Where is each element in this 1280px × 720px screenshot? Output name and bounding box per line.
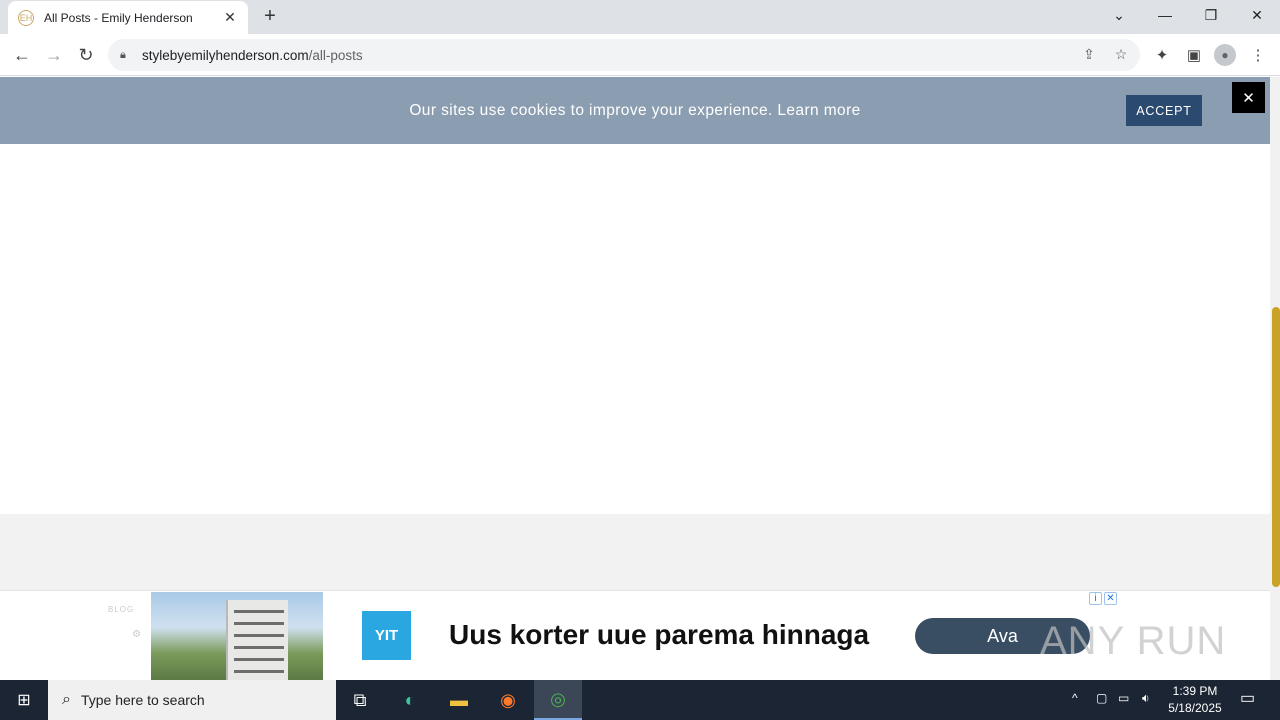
ad-close-icon[interactable]: ✕ — [1104, 592, 1117, 605]
close-window-icon[interactable]: ✕ — [1234, 0, 1280, 30]
forward-icon[interactable]: → — [40, 41, 68, 69]
windows-icon[interactable]: ⊞ — [0, 680, 48, 720]
firefox-icon[interactable]: ◉ — [484, 680, 532, 720]
ghost-label: BLOG — [108, 605, 135, 614]
share-icon[interactable]: ⇪ — [1080, 46, 1098, 64]
browser-toolbar: ← → ↻ 🔒︎ stylebyemilyhenderson.com/all-p… — [0, 34, 1280, 76]
profile-icon[interactable]: ● — [1214, 44, 1236, 66]
favicon-icon: EH — [18, 9, 34, 26]
scrollbar[interactable] — [1270, 77, 1280, 680]
tab-strip: EH All Posts - Emily Henderson ✕ + ⌄ — ❐… — [0, 0, 1280, 34]
menu-icon[interactable]: ⋮ — [1248, 46, 1268, 66]
cookie-message[interactable]: Our sites use cookies to improve your ex… — [409, 102, 860, 120]
close-icon[interactable]: ✕ — [1232, 82, 1265, 113]
notification-icon[interactable]: ▭ — [1240, 688, 1255, 708]
taskbar-search[interactable]: ⌕ Type here to search — [48, 680, 336, 720]
taskview-icon[interactable]: ⧉ — [336, 680, 384, 720]
cookie-banner: Our sites use cookies to improve your ex… — [0, 77, 1270, 144]
address-bar[interactable]: 🔒︎ stylebyemilyhenderson.com/all-posts ⇪… — [108, 39, 1140, 71]
extensions-icon[interactable]: ✦ — [1152, 46, 1172, 66]
tray-chevron-icon[interactable]: ^ — [1072, 691, 1078, 705]
scrollbar-thumb[interactable] — [1272, 307, 1280, 587]
close-tab-icon[interactable]: ✕ — [222, 9, 238, 26]
ad-headline[interactable]: Uus korter uue parema hinnaga — [449, 619, 869, 651]
ghost-icon: ⚙ — [132, 629, 141, 640]
ad-info-icon[interactable]: i — [1089, 592, 1102, 605]
clock[interactable]: 1:39 PM 5/18/2025 — [1160, 683, 1230, 717]
ad-logo[interactable]: YIT — [362, 611, 411, 660]
minimize-icon[interactable]: — — [1142, 0, 1188, 30]
sidepanel-icon[interactable]: ▣ — [1184, 46, 1204, 66]
chrome-icon[interactable]: ◎ — [534, 680, 582, 720]
taskbar: ⊞ ⌕ Type here to search ⧉ ◐ ▬ ◉ ◎ ^ ▢ ▭ … — [0, 680, 1280, 720]
star-icon[interactable]: ☆ — [1112, 46, 1130, 64]
restore-icon[interactable]: ❐ — [1188, 0, 1234, 30]
url-host: stylebyemilyhenderson.com — [142, 47, 309, 63]
clock-date: 5/18/2025 — [1168, 701, 1222, 715]
volume-icon[interactable]: 🔉︎ — [1142, 691, 1150, 706]
dropdown-icon[interactable]: ⌄ — [1096, 0, 1142, 30]
building-image — [226, 600, 288, 680]
ad-image[interactable] — [151, 592, 323, 680]
search-icon: ⌕ — [62, 691, 71, 708]
reload-icon[interactable]: ↻ — [72, 41, 100, 69]
ad-banner[interactable]: BLOG ⚙ YIT Uus korter uue parema hinnaga… — [0, 590, 1270, 680]
tab-title: All Posts - Emily Henderson — [44, 10, 193, 25]
ad-info: i ✕ — [1089, 592, 1119, 606]
accept-button[interactable]: ACCEPT — [1126, 95, 1202, 126]
browser-tab[interactable]: EH All Posts - Emily Henderson ✕ — [8, 1, 248, 34]
network-icon[interactable]: ▭ — [1118, 691, 1129, 705]
footer-gray-section — [0, 514, 1270, 590]
watermark: ANY RUN — [1040, 619, 1227, 663]
url-path: /all-posts — [308, 47, 363, 63]
tray-app-icon[interactable]: ▢ — [1096, 691, 1107, 705]
edge-icon[interactable]: ◐ — [386, 680, 434, 720]
lock-icon: 🔒︎ — [120, 49, 126, 61]
clock-time: 1:39 PM — [1172, 684, 1218, 698]
folder-icon[interactable]: ▬ — [435, 680, 483, 720]
back-icon[interactable]: ← — [8, 41, 36, 69]
new-tab-icon[interactable]: + — [258, 5, 282, 29]
search-placeholder: Type here to search — [80, 692, 205, 708]
